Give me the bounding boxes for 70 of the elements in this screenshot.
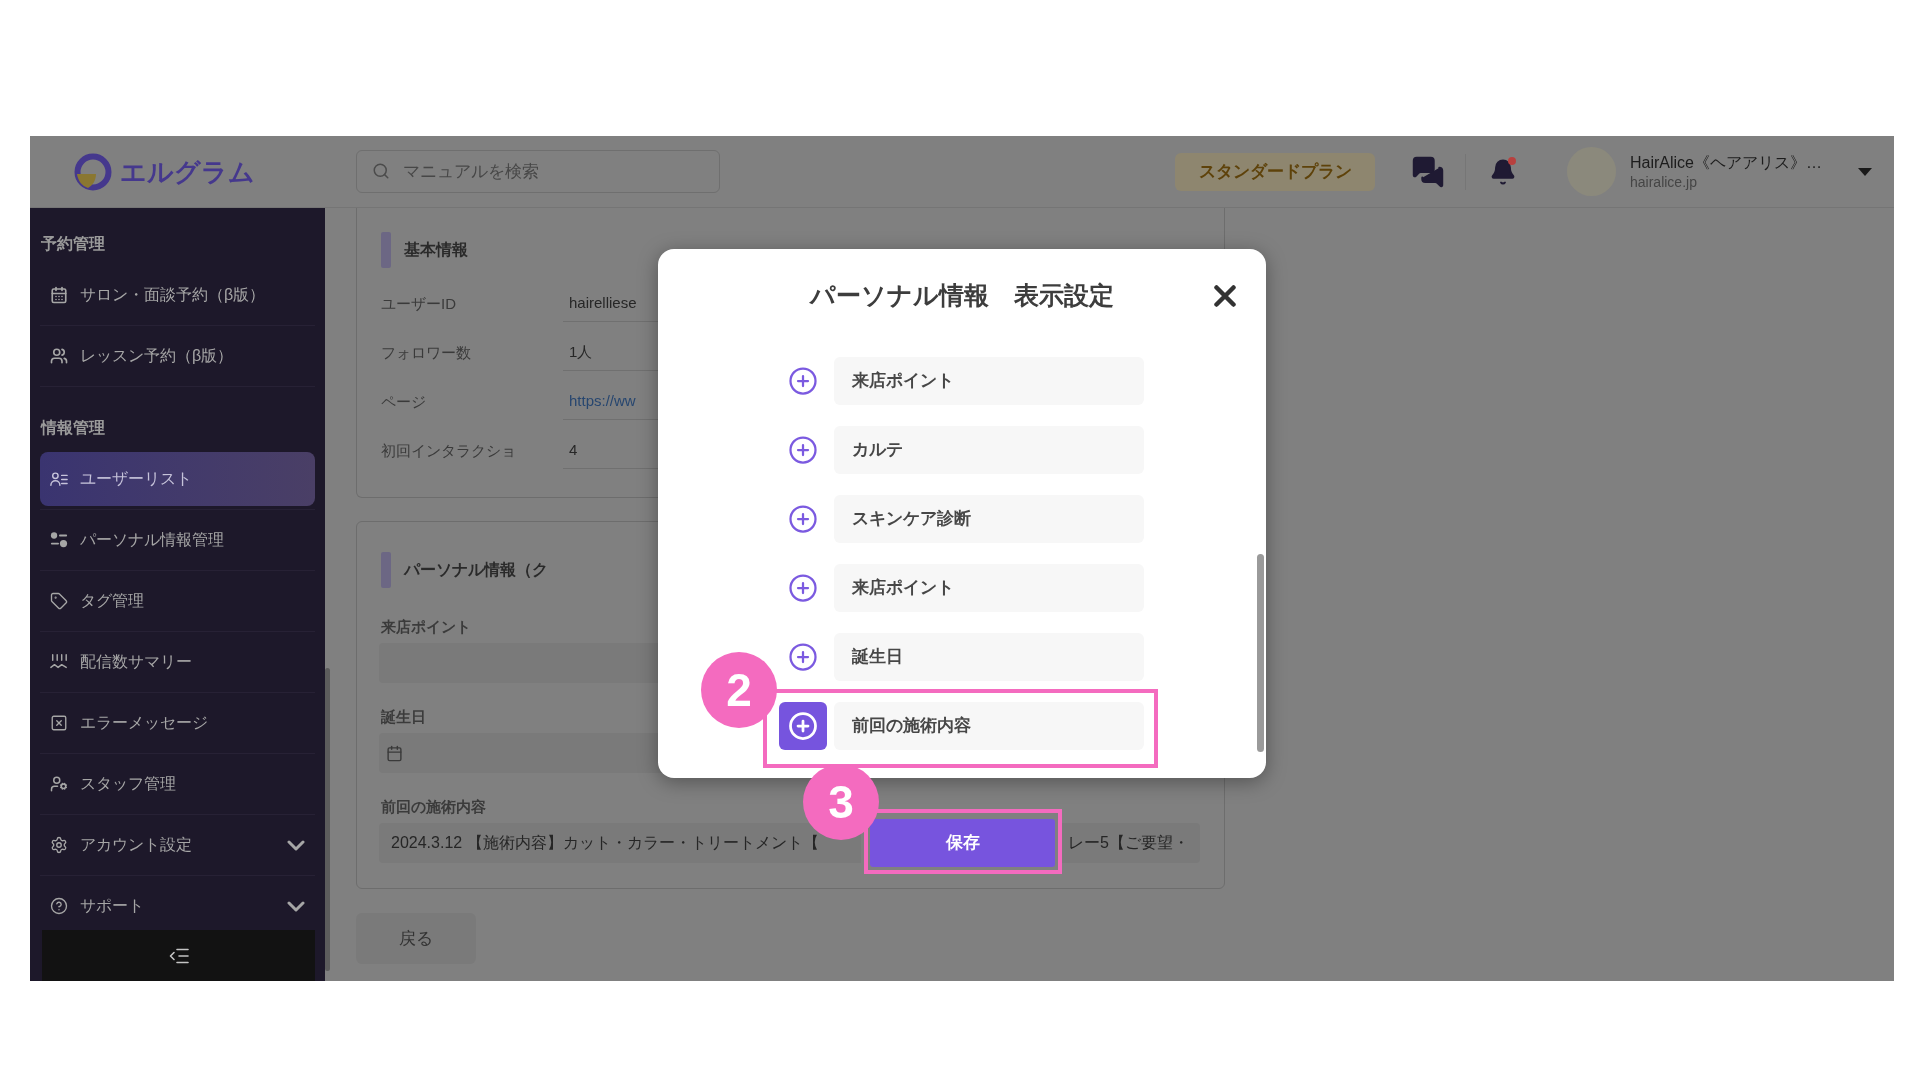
x-square-icon [50,714,68,732]
chat-bubbles-icon[interactable] [1411,154,1445,189]
user-gear-icon [50,775,68,793]
sidebar-item[interactable]: エラーメッセージ [40,696,315,750]
search-icon [372,162,390,180]
step-marker: 2 [701,652,777,728]
wave-bars-icon [50,653,68,671]
add-button[interactable] [779,702,827,750]
input-field[interactable]: レー5【ご要望・ [1061,823,1200,863]
option-item: スキンケア診断 [834,495,1144,543]
scrollbar-thumb[interactable] [325,668,330,971]
tag-icon [50,592,68,610]
option-item: 誕生日 [834,633,1144,681]
sidebar-item[interactable]: タグ管理 [40,574,315,628]
sidebar-item[interactable]: パーソナル情報管理 [40,513,315,567]
search-field[interactable]: マニュアルを検索 [356,150,720,193]
scrollbar-thumb[interactable] [1257,554,1264,752]
field-label: ページ [381,392,426,410]
user-name: HairAlice《ヘアアリス》… [1630,152,1823,173]
field-label: フォロワー数 [381,343,471,361]
sidebar-item[interactable]: 配信数サマリー [40,635,315,689]
user-domain: hairalice.jp [1630,172,1698,191]
card-heading: パーソナル情報（ク [404,560,548,580]
calendar-icon [386,744,403,762]
bell-icon[interactable] [1489,157,1517,186]
chevron-down-icon [287,839,305,851]
sidebar-item[interactable]: サロン・面談予約（β版） [40,268,315,322]
option-item: 来店ポイント [834,357,1144,405]
field-label: 来店ポイント [381,617,471,637]
heading-accent-bar [381,552,391,588]
field-value: 4 [569,439,578,460]
people-icon [50,347,68,365]
toggle-lines-icon [50,531,68,549]
field-value: hairelliese [569,292,637,313]
field-label: 前回の施術内容 [381,797,486,817]
card-heading: 基本情報 [404,240,468,260]
help-icon [50,897,68,915]
chevron-down-icon [287,900,305,912]
plus-circle-icon[interactable] [788,366,818,396]
field-label: 誕生日 [381,707,426,727]
field-label: 初回インタラクショ [381,441,516,459]
sidebar-item[interactable]: アカウント設定 [40,818,315,872]
section-heading: 情報管理 [40,418,105,438]
save-button[interactable]: 保存 [870,819,1055,867]
collapse-icon [168,947,189,964]
plus-circle-icon[interactable] [788,504,818,534]
logo-text: エルグラム [120,158,255,185]
plus-circle-icon[interactable] [788,573,818,603]
sidebar-item[interactable]: ユーザーリスト [40,452,315,506]
caret-down-icon[interactable] [1858,167,1872,176]
plan-badge: スタンダードプラン [1175,152,1375,191]
section-heading: 予約管理 [40,234,105,254]
sidebar-item[interactable]: レッスン予約（β版） [40,329,315,383]
heading-accent-bar [381,232,391,268]
sidebar-item[interactable]: サポート [40,879,315,930]
plus-circle-icon[interactable] [788,642,818,672]
settings-icon [50,836,68,854]
option-item: 来店ポイント [834,564,1144,612]
option-item: カルテ [834,426,1144,474]
plus-circle-icon[interactable] [788,435,818,465]
sidebar-item[interactable]: スタッフ管理 [40,757,315,811]
modal-title: パーソナル情報 表示設定 [810,280,1114,312]
calendar-icon [50,286,68,304]
logo-icon [74,152,112,191]
close-icon[interactable] [1214,285,1236,307]
field-label: ユーザーID [381,294,456,312]
option-item: 前回の施術内容 [834,702,1144,750]
person-list-icon [50,470,68,488]
field-value: 1人 [569,341,593,362]
plus-circle-icon [788,711,818,741]
